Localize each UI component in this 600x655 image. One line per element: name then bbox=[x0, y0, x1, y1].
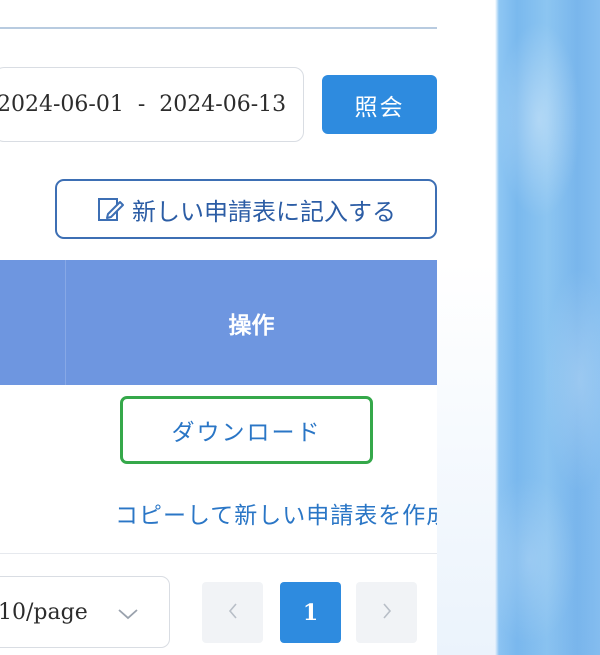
page-size-value: 10/page bbox=[0, 599, 88, 625]
table-header: 操作 bbox=[0, 260, 437, 385]
background-sky bbox=[437, 0, 600, 655]
divider-bottom bbox=[0, 553, 437, 554]
date-separator: - bbox=[137, 92, 146, 117]
date-start[interactable]: 2024-06-01 bbox=[0, 92, 124, 117]
new-application-label: 新しい申請表に記入する bbox=[132, 197, 396, 226]
chevron-left-icon bbox=[226, 601, 240, 625]
previous-page-button[interactable] bbox=[202, 582, 263, 643]
query-button[interactable]: 照会 bbox=[322, 75, 437, 134]
date-end[interactable]: 2024-06-13 bbox=[159, 92, 286, 117]
next-page-button[interactable] bbox=[356, 582, 417, 643]
background-clouds bbox=[499, 0, 600, 655]
edit-icon bbox=[96, 194, 126, 224]
copy-to-new-application-link[interactable]: コピーして新しい申請表を作成 bbox=[115, 496, 437, 536]
main-panel: 2024-06-01 - 2024-06-13 照会 新しい申請表に記入する 操… bbox=[0, 0, 437, 655]
download-link[interactable]: ダウンロード bbox=[120, 396, 373, 464]
page-size-select[interactable]: 10/page bbox=[0, 576, 170, 648]
chevron-down-icon bbox=[117, 603, 139, 620]
chevron-right-icon bbox=[380, 601, 394, 625]
new-application-button[interactable]: 新しい申請表に記入する bbox=[55, 179, 437, 239]
date-range-picker[interactable]: 2024-06-01 - 2024-06-13 bbox=[0, 67, 304, 142]
page-button-current[interactable]: 1 bbox=[280, 582, 341, 643]
divider-top bbox=[0, 27, 437, 29]
column-header-operations: 操作 bbox=[228, 311, 275, 339]
